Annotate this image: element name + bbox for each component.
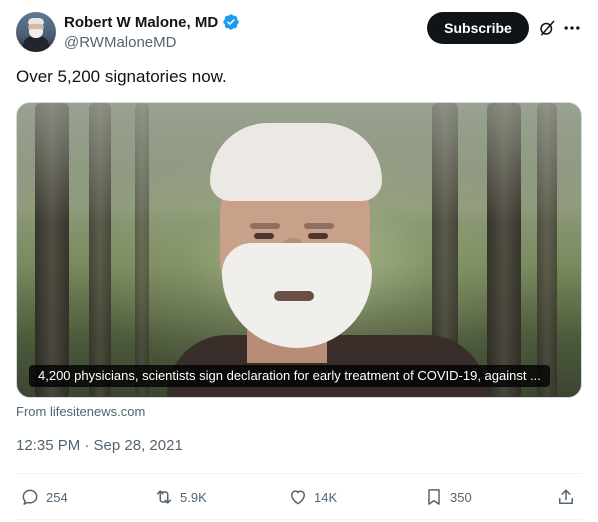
media-card[interactable]: 4,200 physicians, scientists sign declar… bbox=[16, 102, 582, 398]
reply-icon bbox=[22, 489, 38, 505]
tweet-text: Over 5,200 signatories now. bbox=[16, 67, 227, 86]
like-count: 14K bbox=[314, 489, 338, 505]
tweet-timestamp[interactable]: 12:35 PM · Sep 28, 2021 bbox=[16, 437, 183, 454]
subscribe-button[interactable]: Subscribe bbox=[427, 12, 529, 44]
reply-count: 254 bbox=[46, 489, 68, 505]
media-caption[interactable]: 4,200 physicians, scientists sign declar… bbox=[29, 365, 550, 387]
divider bbox=[16, 473, 582, 474]
avatar[interactable] bbox=[16, 12, 56, 52]
bookmark-icon bbox=[428, 489, 440, 505]
divider bbox=[16, 519, 582, 520]
link-source[interactable]: From lifesitenews.com bbox=[16, 404, 145, 419]
more-icon[interactable] bbox=[562, 18, 582, 38]
verified-badge-icon[interactable] bbox=[222, 13, 240, 31]
tweet-header: Robert W Malone, MD @RWMaloneMD Subscrib… bbox=[16, 12, 582, 54]
bookmark-count: 350 bbox=[450, 489, 472, 505]
author-display-name[interactable]: Robert W Malone, MD bbox=[64, 14, 218, 31]
repost-button[interactable]: 5.9K bbox=[154, 486, 207, 508]
bookmark-button[interactable]: 350 bbox=[424, 486, 472, 508]
repost-count: 5.9K bbox=[180, 489, 207, 505]
reply-button[interactable]: 254 bbox=[20, 486, 68, 508]
like-button[interactable]: 14K bbox=[288, 486, 337, 508]
heart-icon bbox=[291, 490, 305, 505]
author-handle[interactable]: @RWMaloneMD bbox=[64, 34, 176, 51]
share-button[interactable] bbox=[556, 486, 576, 508]
share-icon bbox=[559, 489, 573, 504]
grok-icon[interactable] bbox=[538, 19, 556, 37]
author-name-row[interactable]: Robert W Malone, MD bbox=[64, 13, 240, 31]
repost-icon bbox=[157, 490, 171, 504]
